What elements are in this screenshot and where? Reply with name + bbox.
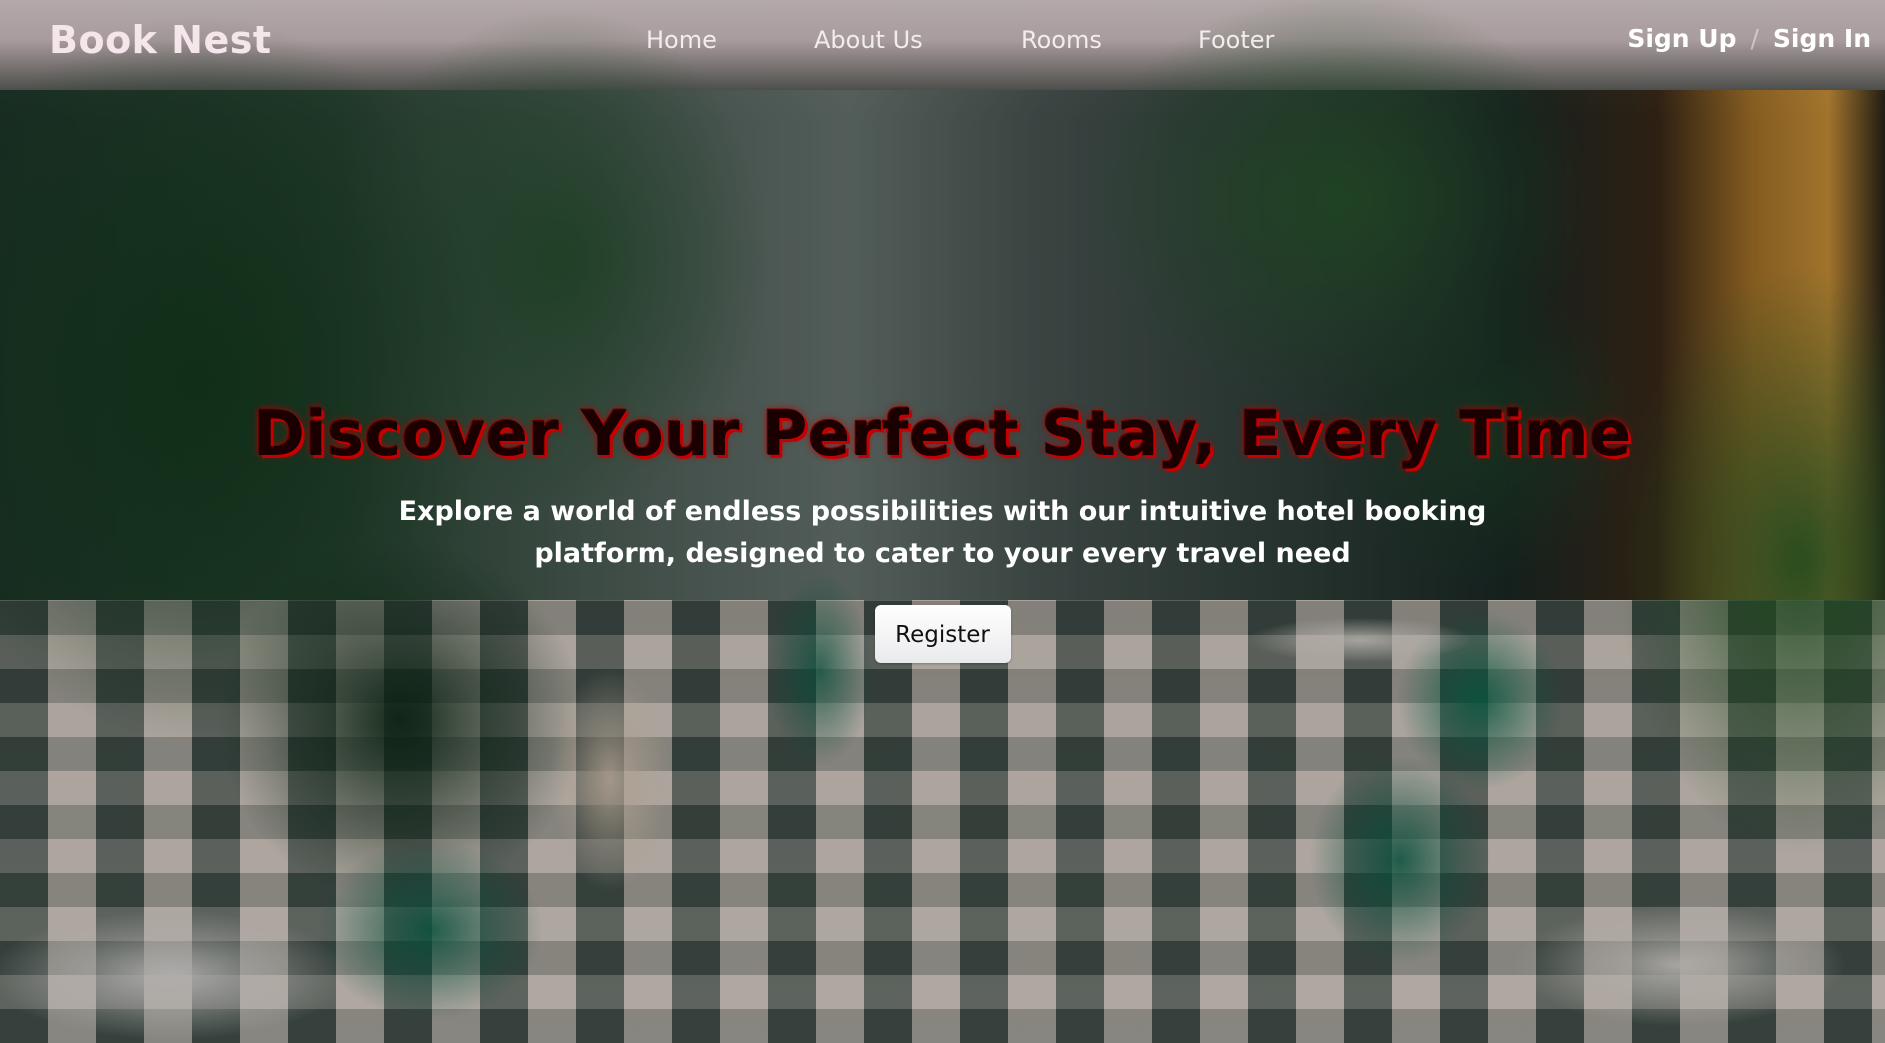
nav-item-about-us[interactable]: About Us	[814, 26, 923, 54]
nav-item-rooms[interactable]: Rooms	[1021, 26, 1102, 54]
navbar: Book Nest Home About Us Rooms Footer Sig…	[0, 0, 1885, 80]
sign-up-link[interactable]: Sign Up	[1627, 24, 1736, 53]
nav-links: Home About Us Rooms Footer	[0, 26, 1885, 58]
auth-links: Sign Up / Sign In	[1627, 24, 1871, 53]
hero-content: Discover Your Perfect Stay, Every Time E…	[0, 395, 1885, 663]
nav-item-home[interactable]: Home	[646, 26, 717, 54]
hero-title: Discover Your Perfect Stay, Every Time	[253, 397, 1632, 470]
sign-in-link[interactable]: Sign In	[1773, 24, 1871, 53]
nav-item-footer[interactable]: Footer	[1198, 26, 1274, 54]
hero-section: Book Nest Home About Us Rooms Footer Sig…	[0, 0, 1885, 1043]
register-button[interactable]: Register	[874, 605, 1011, 663]
hero-subtitle: Explore a world of endless possibilities…	[398, 496, 1487, 569]
auth-separator: /	[1750, 24, 1759, 53]
